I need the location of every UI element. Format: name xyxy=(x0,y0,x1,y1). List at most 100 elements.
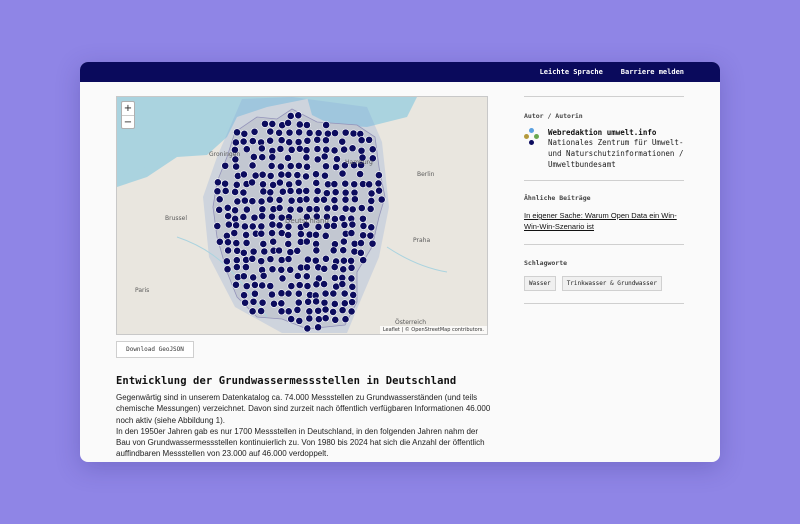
map-cluster-marker[interactable] xyxy=(232,256,241,265)
map-cluster-marker[interactable] xyxy=(347,256,355,265)
map-cluster-marker[interactable] xyxy=(294,298,303,307)
map-cluster-marker[interactable] xyxy=(287,282,296,290)
tag-trinkwasser-grundwasser[interactable]: Trinkwasser & Grundwasser xyxy=(561,276,662,291)
map-cluster-marker[interactable] xyxy=(223,265,232,274)
map-cluster-marker[interactable] xyxy=(260,247,269,256)
map-cluster-marker[interactable] xyxy=(348,282,357,291)
map-cluster-marker[interactable] xyxy=(270,299,278,308)
map-cluster-marker[interactable] xyxy=(224,246,233,255)
map-cluster-marker[interactable] xyxy=(277,307,286,316)
map-cluster-marker[interactable] xyxy=(241,298,249,307)
map-cluster-marker[interactable] xyxy=(242,231,250,239)
map-cluster-marker[interactable] xyxy=(350,180,359,189)
map-cluster-marker[interactable] xyxy=(251,171,260,180)
map-cluster-marker[interactable] xyxy=(268,153,277,162)
map-cluster-marker[interactable] xyxy=(314,315,323,324)
map-cluster-marker[interactable] xyxy=(284,231,293,239)
map-cluster-marker[interactable] xyxy=(268,120,277,128)
map-cluster-marker[interactable] xyxy=(359,256,368,265)
map-cluster-marker[interactable] xyxy=(293,272,302,280)
map-cluster-marker[interactable] xyxy=(331,203,340,212)
map-cluster-marker[interactable] xyxy=(249,273,258,282)
map-cluster-marker[interactable] xyxy=(261,119,269,128)
map-cluster-marker[interactable] xyxy=(286,205,295,214)
map-cluster-marker[interactable] xyxy=(284,289,293,298)
zoom-out-button[interactable]: − xyxy=(122,115,134,128)
map-cluster-marker[interactable] xyxy=(329,246,338,255)
map-cluster-marker[interactable] xyxy=(331,188,340,197)
map-cluster-marker[interactable] xyxy=(293,171,302,179)
map-cluster-marker[interactable] xyxy=(356,248,365,257)
map-cluster-marker[interactable] xyxy=(286,265,295,274)
map-cluster-marker[interactable] xyxy=(367,223,376,232)
tag-wasser[interactable]: Wasser xyxy=(524,276,556,291)
map-cluster-marker[interactable] xyxy=(349,129,358,138)
map-cluster-marker[interactable] xyxy=(268,229,276,237)
map-cluster-marker[interactable] xyxy=(294,161,303,170)
map-cluster-marker[interactable] xyxy=(333,155,341,163)
map-cluster-marker[interactable] xyxy=(329,289,338,298)
map-cluster-marker[interactable] xyxy=(338,280,347,288)
map-cluster-marker[interactable] xyxy=(248,254,257,263)
map-cluster-marker[interactable] xyxy=(276,145,285,153)
map-cluster-marker[interactable] xyxy=(259,187,268,196)
map-cluster-marker[interactable] xyxy=(312,230,320,239)
map-cluster-marker[interactable] xyxy=(295,128,304,137)
map-cluster-marker[interactable] xyxy=(249,153,258,161)
map-cluster-marker[interactable] xyxy=(341,128,350,137)
map-cluster-marker[interactable] xyxy=(367,189,376,198)
map-cluster-marker[interactable] xyxy=(312,170,320,179)
map-cluster-marker[interactable] xyxy=(323,129,332,138)
map-cluster-marker[interactable] xyxy=(331,215,339,223)
map-cluster-marker[interactable] xyxy=(341,188,350,197)
map-cluster-marker[interactable] xyxy=(215,205,224,214)
map-cluster-marker[interactable] xyxy=(266,195,274,204)
map-cluster-marker[interactable] xyxy=(348,298,356,307)
map-cluster-marker[interactable] xyxy=(347,307,356,316)
map-cluster-marker[interactable] xyxy=(366,231,375,240)
map-cluster-marker[interactable] xyxy=(269,237,278,246)
map-cluster-marker[interactable] xyxy=(356,170,364,178)
map-cluster-marker[interactable] xyxy=(232,221,241,230)
map-cluster-marker[interactable] xyxy=(348,205,357,214)
map-cluster-marker[interactable] xyxy=(312,297,321,306)
map-cluster-marker[interactable] xyxy=(275,204,284,212)
map-cluster-marker[interactable] xyxy=(356,130,365,138)
map-cluster-marker[interactable] xyxy=(266,127,275,136)
map-cluster-marker[interactable] xyxy=(297,230,305,239)
map-cluster-marker[interactable] xyxy=(347,263,356,272)
map-cluster-marker[interactable] xyxy=(322,162,330,171)
download-geojson-button[interactable]: Download GeoJSON xyxy=(116,341,194,358)
map-cluster-marker[interactable] xyxy=(268,220,277,229)
map-cluster-marker[interactable] xyxy=(286,162,295,170)
map-cluster-marker[interactable] xyxy=(284,240,293,248)
map-cluster-marker[interactable] xyxy=(240,129,249,138)
map-cluster-marker[interactable] xyxy=(258,298,267,307)
map-cluster-marker[interactable] xyxy=(366,205,375,213)
map-cluster-marker[interactable] xyxy=(239,248,248,257)
map-cluster-marker[interactable] xyxy=(304,255,312,264)
map-cluster-marker[interactable] xyxy=(340,299,349,308)
map-cluster-marker[interactable] xyxy=(348,144,357,153)
map-cluster-marker[interactable] xyxy=(249,297,258,306)
map-cluster-marker[interactable] xyxy=(302,172,310,181)
map-cluster-marker[interactable] xyxy=(232,239,241,248)
map-cluster-marker[interactable] xyxy=(232,280,240,289)
map-cluster-marker[interactable] xyxy=(304,297,313,306)
map-cluster-marker[interactable] xyxy=(241,222,249,231)
map-cluster-marker[interactable] xyxy=(322,189,331,198)
map-cluster-marker[interactable] xyxy=(239,137,248,146)
map-cluster-marker[interactable] xyxy=(321,171,329,180)
map-cluster-marker[interactable] xyxy=(303,263,311,272)
map-cluster-marker[interactable] xyxy=(302,186,311,195)
map-cluster-marker[interactable] xyxy=(338,306,347,315)
map-cluster-marker[interactable] xyxy=(233,128,241,137)
map-cluster-marker[interactable] xyxy=(375,171,383,180)
map-cluster-marker[interactable] xyxy=(339,246,348,255)
map-cluster-marker[interactable] xyxy=(331,315,340,324)
map-cluster-marker[interactable] xyxy=(277,136,286,145)
map-cluster-marker[interactable] xyxy=(248,178,256,187)
map-cluster-marker[interactable] xyxy=(285,128,294,137)
map-cluster-marker[interactable] xyxy=(268,290,276,299)
map-cluster-marker[interactable] xyxy=(330,146,339,155)
